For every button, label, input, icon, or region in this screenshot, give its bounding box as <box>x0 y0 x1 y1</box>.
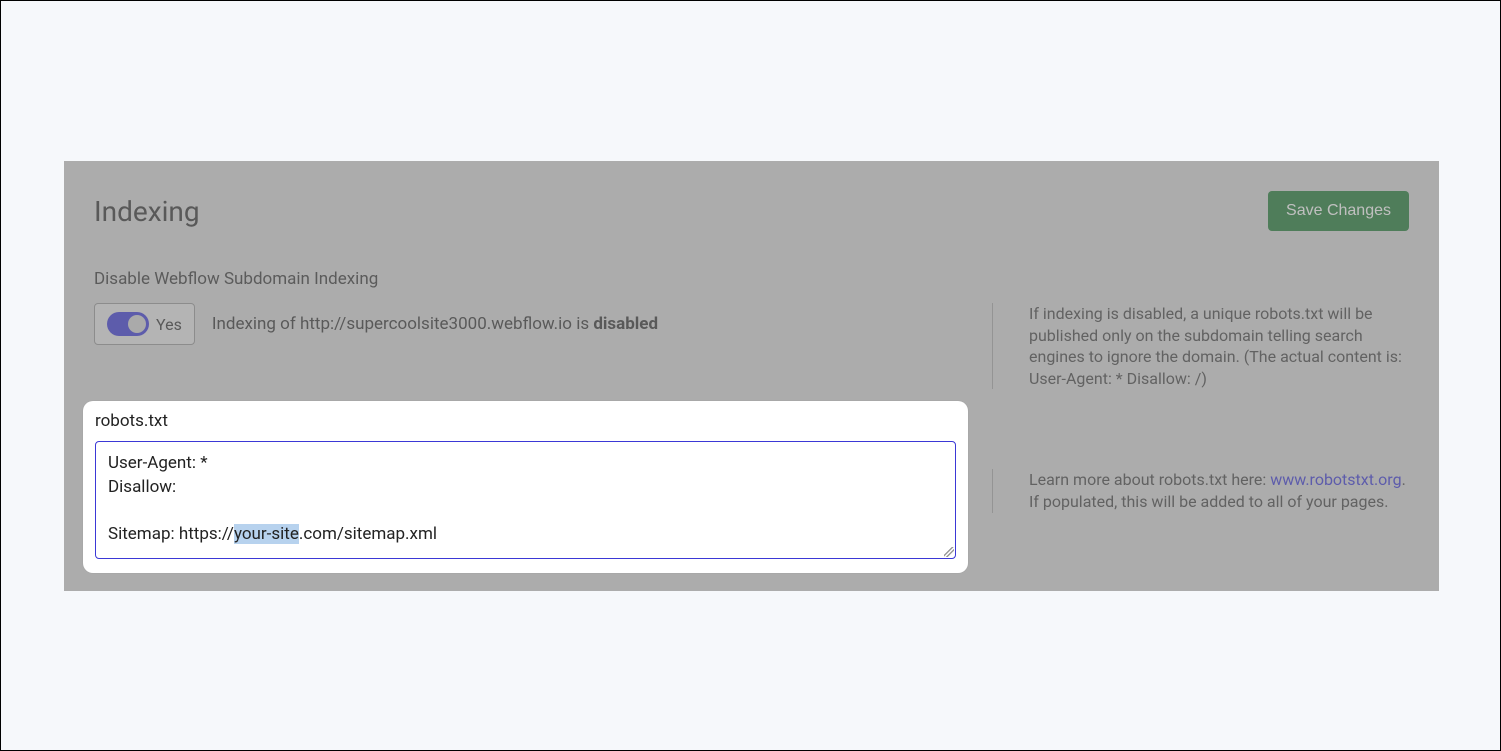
robots-textarea[interactable]: User-Agent: * Disallow: Sitemap: https:/… <box>95 441 956 559</box>
status-prefix: Indexing of <box>212 314 300 334</box>
toggle-switch-icon <box>107 312 149 336</box>
subdomain-left: Yes Indexing of http://supercoolsite3000… <box>94 303 992 345</box>
robots-info-link[interactable]: www.robotstxt.org <box>1270 470 1401 489</box>
robots-label: robots.txt <box>95 411 956 431</box>
robots-line3-prefix: Sitemap: https:// <box>108 524 234 544</box>
robots-line2: Disallow: <box>108 477 176 497</box>
subdomain-info: If indexing is disabled, a unique robots… <box>992 303 1409 389</box>
save-changes-button[interactable]: Save Changes <box>1268 191 1409 231</box>
toggle-label: Yes <box>156 315 182 334</box>
status-middle: is <box>572 314 593 334</box>
toggle-row: Yes Indexing of http://supercoolsite3000… <box>94 303 992 345</box>
toggle-knob-icon <box>128 315 146 333</box>
subdomain-section-label: Disable Webflow Subdomain Indexing <box>94 269 1409 289</box>
subdomain-row: Yes Indexing of http://supercoolsite3000… <box>94 303 1409 389</box>
indexing-status-text: Indexing of http://supercoolsite3000.web… <box>212 314 658 334</box>
robots-info: Learn more about robots.txt here: www.ro… <box>992 469 1409 512</box>
status-url: http://supercoolsite3000.webflow.io <box>300 314 572 334</box>
status-value: disabled <box>593 314 658 334</box>
robots-card: robots.txt User-Agent: * Disallow: Sitem… <box>83 401 968 573</box>
robots-line3-suffix: .com/sitemap.xml <box>299 524 437 544</box>
subdomain-toggle[interactable]: Yes <box>94 303 195 345</box>
header-row: Indexing Save Changes <box>94 191 1409 231</box>
page-title: Indexing <box>94 195 200 228</box>
robots-info-prefix: Learn more about robots.txt here: <box>1029 470 1270 489</box>
robots-line1: User-Agent: * <box>108 453 208 473</box>
robots-line3-highlight: your-site <box>234 524 299 544</box>
